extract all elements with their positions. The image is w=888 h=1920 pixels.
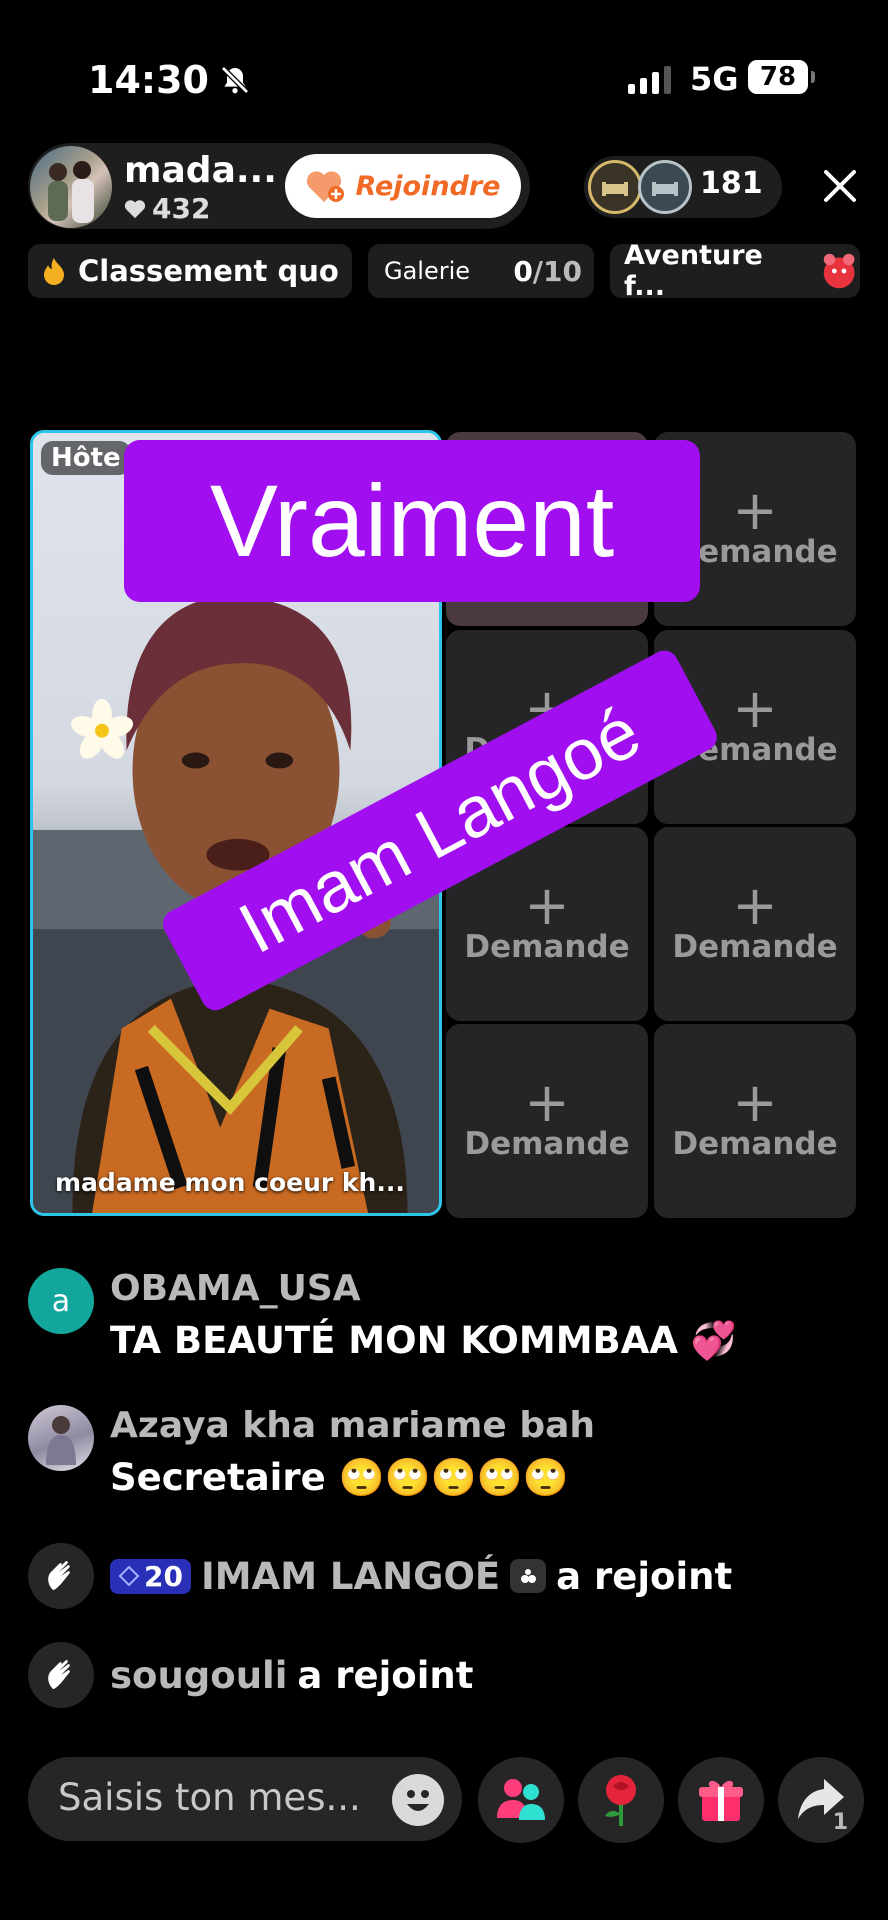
chat-message[interactable]: Azaya kha mariame bah Secretaire 🙄🙄🙄🙄🙄 [28,1405,595,1500]
join-notice-body: sougouli a rejoint [110,1654,473,1697]
close-icon[interactable] [820,166,860,206]
rose-icon [605,1775,636,1826]
status-time: 14:30 [88,58,209,102]
guests-button[interactable] [478,1757,564,1843]
host-likes: 432 [124,192,210,225]
avatar-photo-icon [46,1416,76,1465]
chat-username[interactable]: Azaya kha mariame bah [110,1405,595,1446]
guest-slot-request[interactable]: + Demande [654,827,856,1021]
plus-icon: + [732,677,778,740]
join-notice-body: 20 IMAM LANGOÉ a rejoint [110,1555,732,1598]
heart-icon [124,199,146,218]
guests-icon [497,1779,545,1820]
avatar-photo-icon [48,161,94,223]
top-viewer-avatar[interactable] [588,160,642,214]
flower-sticker-icon [70,698,134,759]
slot-label: Demande [672,1126,838,1162]
gallery-count: 0 [513,254,533,288]
chat-username[interactable]: IMAM LANGOÉ [201,1555,500,1598]
slot-label: Demande [464,929,630,965]
share-count: 1 [832,1810,848,1835]
chat-text: TA BEAUTÉ MON KOMMBAA 💞 [110,1319,737,1362]
host-avatar[interactable] [30,146,112,228]
adventure-tag[interactable]: Aventure f... [610,240,860,302]
slot-label: Demande [464,1126,630,1162]
chat-username[interactable]: OBAMA_USA [110,1268,737,1309]
status-bar: 14:30 5G 78 [0,0,888,130]
ranking-label: Classement quo [78,254,339,288]
chat-message-body: Azaya kha mariame bah Secretaire 🙄🙄🙄🙄🙄 [110,1405,595,1500]
chat-message[interactable]: a OBAMA_USA TA BEAUTÉ MON KOMMBAA 💞 [28,1268,737,1363]
comment-input-placeholder[interactable]: Saisis ton mes... [58,1776,361,1819]
likes-count: 432 [152,192,211,225]
gallery-total: /10 [532,254,582,288]
battery-icon: 78 [748,60,815,94]
gift-button[interactable] [678,1757,764,1843]
guest-slot-request[interactable]: + Demande [446,1024,648,1218]
viewer-count: 181 [700,166,763,201]
host-caption: madame mon coeur kh... [55,1168,405,1197]
plus-icon: + [732,874,778,937]
share-button[interactable]: 1 [778,1757,864,1843]
plus-icon: + [524,874,570,937]
rose-button[interactable] [578,1757,664,1843]
smile-icon[interactable] [392,1774,444,1826]
fan-club-icon [510,1559,547,1593]
seat-icon [602,182,628,196]
chat-text: Secretaire 🙄🙄🙄🙄🙄 [110,1456,569,1499]
adventure-label: Aventure f... [624,240,763,302]
guest-slot-request[interactable]: + Demande [654,1024,856,1218]
slot-label: Demande [672,929,838,965]
gift-bear-icon [823,253,855,289]
host-badge: Hôte [41,441,131,475]
join-action: a rejoint [556,1554,733,1598]
gallery-progress: 0/10 [513,255,582,288]
overlay-text-top: Vraiment [124,440,700,602]
diamond-icon [118,1565,140,1587]
host-name: mada... [124,150,277,191]
level-badge: 20 [110,1558,191,1594]
join-button[interactable]: Rejoindre [285,154,521,218]
flame-icon [44,258,64,285]
signal-icon [628,64,671,94]
avatar[interactable] [28,1405,94,1471]
plus-icon: + [524,1071,570,1134]
chat-username[interactable]: sougouli [110,1654,287,1697]
chat-message-body: OBAMA_USA TA BEAUTÉ MON KOMMBAA 💞 [110,1268,737,1363]
level-number: 20 [144,1559,183,1593]
plus-icon: + [732,479,778,542]
join-action: a rejoint [297,1653,474,1697]
join-label: Rejoindre [355,170,501,202]
gift-icon [699,1780,743,1821]
status-time-group: 14:30 [88,58,251,102]
join-notice[interactable]: sougouli a rejoint [28,1642,473,1708]
heart-plus-icon [306,171,344,202]
wave-hand-icon [28,1543,94,1609]
gallery-tag[interactable]: Galerie 0/10 [368,244,594,298]
wave-hand-icon [28,1642,94,1708]
seat-icon [652,182,678,196]
daily-ranking-tag[interactable]: Classement quo [28,244,352,298]
top-viewer-avatar[interactable] [638,160,692,214]
network-type: 5G [690,60,739,98]
join-notice[interactable]: 20 IMAM LANGOÉ a rejoint [28,1543,732,1609]
plus-icon: + [732,1071,778,1134]
gallery-label: Galerie [384,257,471,285]
avatar[interactable]: a [28,1268,94,1334]
bell-muted-icon [221,66,249,94]
